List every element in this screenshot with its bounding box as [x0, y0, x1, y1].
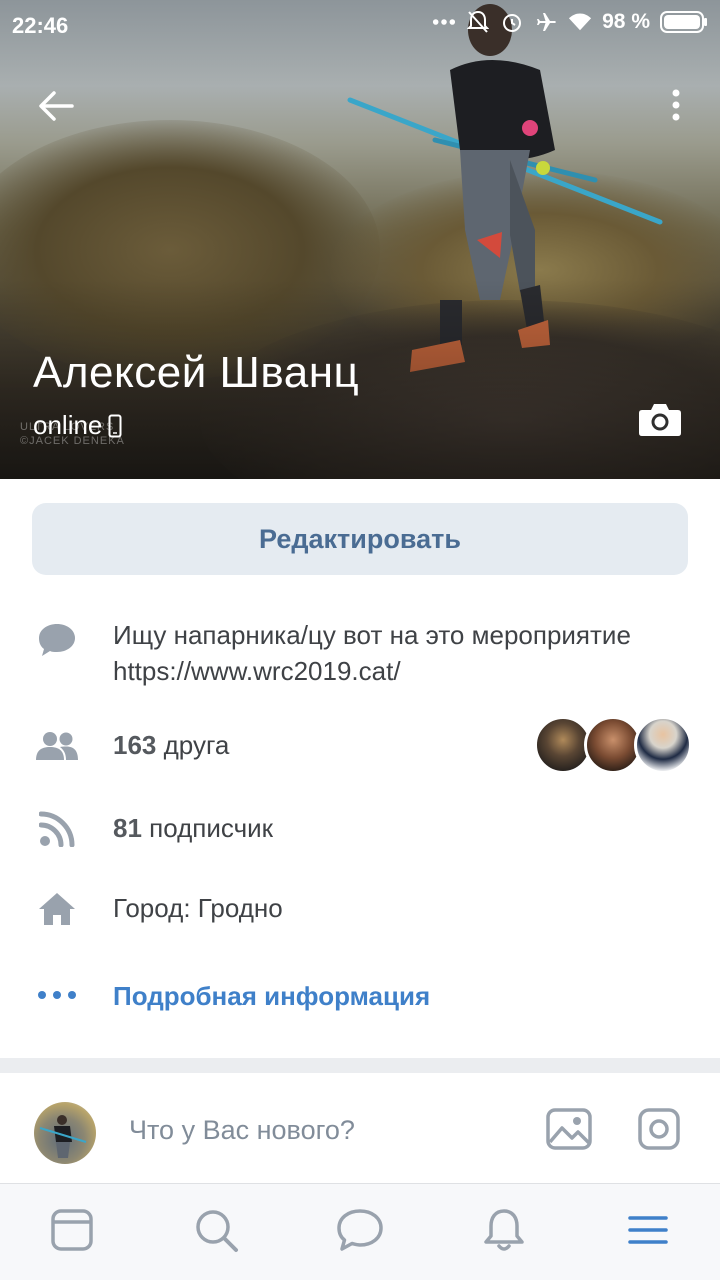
home-icon: [36, 888, 78, 930]
tab-menu[interactable]: [624, 1206, 672, 1254]
avatar[interactable]: [634, 716, 692, 774]
tab-search[interactable]: [192, 1206, 240, 1254]
alarm-icon: [500, 10, 524, 34]
bottom-tab-bar: [0, 1183, 720, 1280]
search-icon: [196, 1210, 238, 1252]
tab-news[interactable]: [48, 1206, 96, 1254]
profile-info-card: Редактировать Ищу напарника/цу вот на эт…: [0, 479, 720, 1058]
profile-name: Алексей Шванц: [33, 348, 360, 397]
arrow-left-icon: [39, 91, 74, 121]
back-button[interactable]: [36, 86, 76, 126]
followers-label: подписчик: [149, 813, 274, 843]
rss-icon: [36, 808, 78, 850]
change-photo-button[interactable]: [638, 402, 682, 438]
online-text: online: [33, 410, 103, 440]
status-text[interactable]: Ищу напарника/цу вот на это мероприятие …: [113, 617, 673, 689]
avatar[interactable]: [34, 1102, 96, 1164]
newsfeed-icon: [51, 1209, 93, 1251]
message-bubble-icon: [36, 619, 78, 661]
more-horizontal-icon: [36, 974, 78, 1016]
online-status: online: [33, 410, 122, 441]
friends-label: друга: [163, 730, 230, 760]
city-text: Город: Гродно: [113, 893, 283, 923]
status-icons: 98 %: [432, 10, 708, 34]
friend-avatars[interactable]: [534, 716, 692, 776]
followers-count: 81: [113, 813, 142, 843]
mobile-phone-icon: [108, 414, 122, 437]
friends-count: 163: [113, 730, 157, 760]
notifications-off-icon: [466, 10, 490, 34]
dots-icon: [432, 10, 456, 34]
messages-icon: [337, 1209, 383, 1251]
more-info-link[interactable]: Подробная информация: [113, 978, 430, 1014]
post-composer[interactable]: Что у Вас нового?: [0, 1073, 720, 1183]
tab-notifications[interactable]: [480, 1206, 528, 1254]
bell-icon: [484, 1209, 524, 1251]
status-bar: 22:46 98 %: [0, 0, 720, 52]
battery-percent: 98 %: [602, 10, 650, 33]
followers-text: 81 подписчик: [113, 810, 273, 846]
more-vertical-icon: [672, 89, 680, 121]
add-photo-button[interactable]: [546, 1108, 592, 1150]
airplane-mode-icon: [534, 10, 558, 34]
battery-icon: [660, 10, 708, 34]
edit-profile-button[interactable]: Редактировать: [32, 503, 688, 575]
more-options-button[interactable]: [664, 86, 688, 126]
story-camera-button[interactable]: [638, 1108, 680, 1150]
tab-messages[interactable]: [336, 1206, 384, 1254]
users-icon: [34, 725, 80, 767]
status-time: 22:46: [12, 13, 69, 38]
profile-cover[interactable]: [0, 0, 720, 479]
instagram-camera-icon: [638, 1108, 680, 1150]
composer-input[interactable]: Что у Вас нового?: [129, 1115, 355, 1146]
hamburger-menu-icon: [628, 1216, 668, 1244]
friends-text: 163 друга: [113, 727, 229, 763]
wifi-icon: [568, 10, 592, 34]
image-icon: [546, 1108, 592, 1150]
camera-icon: [639, 404, 681, 436]
